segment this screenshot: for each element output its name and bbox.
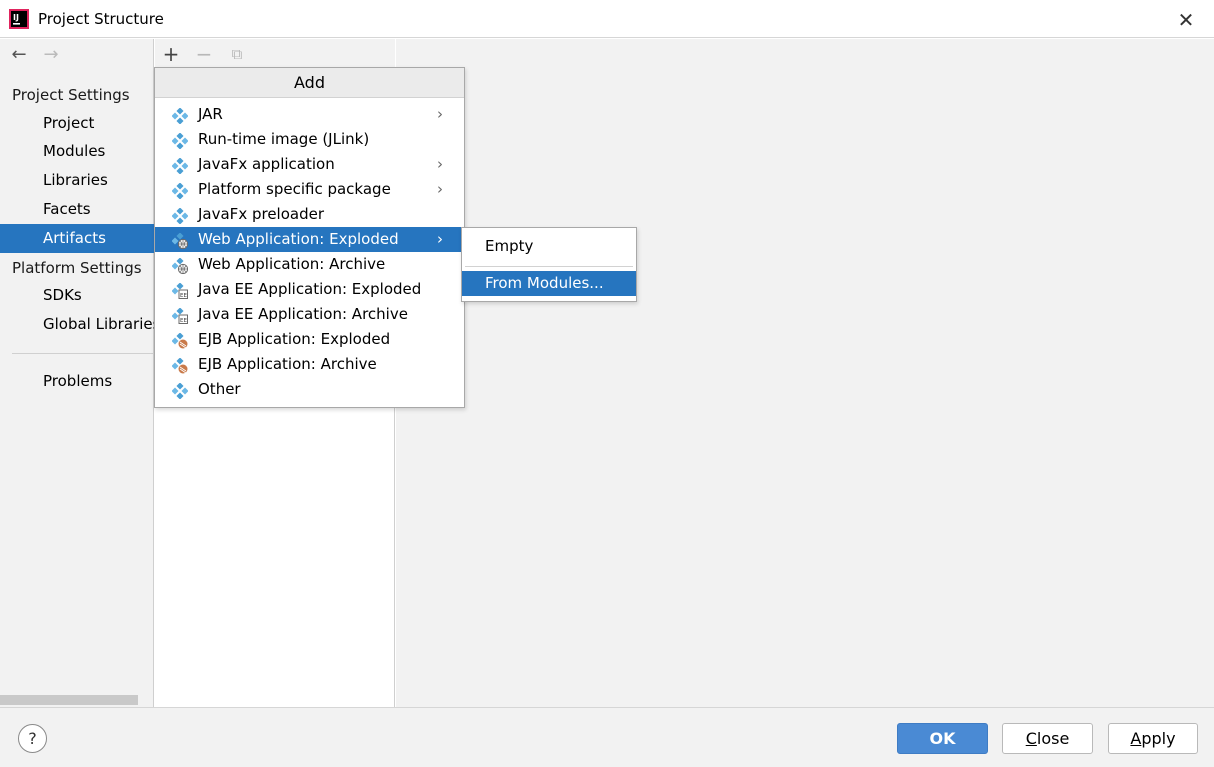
chevron-right-icon: › xyxy=(437,155,443,173)
menu-item-run-time-image-jlink[interactable]: Run-time image (JLink) xyxy=(155,127,464,152)
menu-item-label: JavaFx application xyxy=(198,155,335,173)
sidebar-item-sdks[interactable]: SDKs xyxy=(0,281,154,310)
add-artifact-popup: Add JAR › Run-time image (JLink) JavaFx app… xyxy=(154,67,465,408)
sidebar-item-problems[interactable]: Problems xyxy=(0,367,154,396)
chevron-right-icon: › xyxy=(437,180,443,198)
menu-item-label: JAR xyxy=(198,105,223,123)
menu-item-platform-specific-package[interactable]: Platform specific package › xyxy=(155,177,464,202)
sidebar-item-modules[interactable]: Modules xyxy=(0,137,154,166)
svg-text:EE: EE xyxy=(180,318,187,324)
menu-item-label: Run-time image (JLink) xyxy=(198,130,370,148)
artifacts-toolbar: + − ⧉ xyxy=(155,39,395,69)
ejb-artifact-icon xyxy=(171,357,188,374)
sidebar-item-facets[interactable]: Facets xyxy=(0,195,154,224)
menu-item-java-ee-application-archive[interactable]: EE Java EE Application: Archive xyxy=(155,302,464,327)
submenu-item-from-modules[interactable]: From Modules... xyxy=(462,271,636,296)
popup-header: Add xyxy=(155,68,464,98)
sidebar-item-project[interactable]: Project xyxy=(0,109,154,138)
window-close-icon[interactable]: ✕ xyxy=(1170,6,1202,34)
web-app-exploded-submenu: Empty From Modules... xyxy=(461,227,637,302)
project-settings-header: Project Settings xyxy=(12,86,130,104)
submenu-separator xyxy=(465,266,633,267)
intellij-logo-icon: IJ xyxy=(9,9,29,29)
window-title: Project Structure xyxy=(38,10,164,28)
ejb-artifact-icon xyxy=(171,332,188,349)
artifact-icon xyxy=(171,382,189,400)
artifact-icon xyxy=(171,157,189,175)
menu-item-jar[interactable]: JAR › xyxy=(155,102,464,127)
menu-item-ejb-application-exploded[interactable]: EJB Application: Exploded xyxy=(155,327,464,352)
apply-button[interactable]: Apply xyxy=(1108,723,1198,754)
submenu-item-empty[interactable]: Empty xyxy=(462,234,636,259)
svg-text:IJ: IJ xyxy=(13,13,19,22)
apply-mnemonic: A xyxy=(1130,729,1142,748)
remove-icon[interactable]: − xyxy=(192,42,216,66)
artifact-icon xyxy=(171,107,189,125)
chevron-right-icon: › xyxy=(437,230,443,248)
add-icon[interactable]: + xyxy=(159,42,183,66)
sidebar-item-global-libraries[interactable]: Global Libraries xyxy=(0,310,160,339)
artifact-icon xyxy=(171,207,189,225)
menu-item-label: Platform specific package xyxy=(198,180,391,198)
sidebar-divider xyxy=(12,353,154,354)
close-mnemonic: C xyxy=(1025,729,1037,748)
copy-icon[interactable]: ⧉ xyxy=(225,42,249,66)
menu-item-java-ee-application-exploded[interactable]: EE Java EE Application: Exploded xyxy=(155,277,464,302)
javaee-artifact-icon: EE xyxy=(171,282,188,299)
javaee-artifact-icon: EE xyxy=(171,307,188,324)
menu-item-other[interactable]: Other xyxy=(155,377,464,402)
dialog-button-bar: ? OK Close Apply xyxy=(0,707,1214,767)
artifact-icon xyxy=(171,182,189,200)
sidebar-horizontal-scrollbar[interactable] xyxy=(0,695,138,705)
artifact-detail-pane xyxy=(396,39,1214,707)
settings-sidebar: ← → Project Settings Project Modules Lib… xyxy=(0,39,160,707)
title-bar: IJ Project Structure ✕ xyxy=(0,0,1214,38)
close-label-rest: lose xyxy=(1036,729,1070,748)
menu-item-web-application-archive[interactable]: Web Application: Archive xyxy=(155,252,464,277)
menu-item-label: Web Application: Archive xyxy=(198,255,386,273)
menu-item-label: JavaFx preloader xyxy=(198,205,324,223)
apply-label-rest: pply xyxy=(1141,729,1176,748)
menu-item-label: Java EE Application: Exploded xyxy=(198,280,422,298)
menu-item-javafx-application[interactable]: JavaFx application › xyxy=(155,152,464,177)
menu-item-label: EJB Application: Archive xyxy=(198,355,377,373)
forward-arrow-icon[interactable]: → xyxy=(40,44,62,66)
ok-button[interactable]: OK xyxy=(897,723,988,754)
platform-settings-header: Platform Settings xyxy=(12,259,142,277)
menu-item-label: Web Application: Exploded xyxy=(198,230,399,248)
web-artifact-icon xyxy=(171,257,189,275)
close-button[interactable]: Close xyxy=(1002,723,1093,754)
menu-item-label: Java EE Application: Archive xyxy=(198,305,408,323)
svg-text:EE: EE xyxy=(180,293,187,299)
back-arrow-icon[interactable]: ← xyxy=(8,44,30,66)
chevron-right-icon: › xyxy=(437,105,443,123)
menu-item-javafx-preloader[interactable]: JavaFx preloader xyxy=(155,202,464,227)
web-artifact-icon xyxy=(171,232,189,250)
menu-item-web-application-exploded[interactable]: Web Application: Exploded › xyxy=(155,227,464,252)
menu-item-label: EJB Application: Exploded xyxy=(198,330,391,348)
menu-item-label: Other xyxy=(198,380,241,398)
artifact-icon xyxy=(171,132,189,150)
menu-item-ejb-application-archive[interactable]: EJB Application: Archive xyxy=(155,352,464,377)
sidebar-item-artifacts[interactable]: Artifacts xyxy=(0,224,154,253)
help-icon[interactable]: ? xyxy=(18,724,47,753)
sidebar-item-libraries[interactable]: Libraries xyxy=(0,166,154,195)
